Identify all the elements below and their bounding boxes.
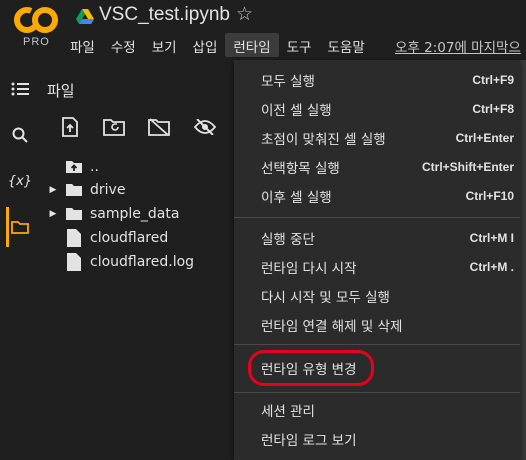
menu-runtime[interactable]: 런타임: [225, 33, 279, 57]
tree-item-parent[interactable]: ..: [40, 155, 99, 179]
shortcut-label: Ctrl+M .: [469, 260, 514, 274]
menu-view[interactable]: 보기: [144, 33, 185, 57]
menu-item-label: 선택항목 실행: [261, 161, 340, 177]
menu-icon[interactable]: [6, 75, 34, 103]
upload-icon[interactable]: [57, 114, 83, 140]
expand-arrow-icon[interactable]: ▶: [46, 209, 60, 219]
left-rail: {x}: [0, 60, 40, 460]
menu-item-restart-run-all[interactable]: 다시 시작 및 모두 실행: [234, 282, 520, 310]
tree-item-label: cloudflared: [90, 230, 169, 246]
menu-help[interactable]: 도움말: [319, 33, 372, 57]
tree-item-drive[interactable]: ▶ drive: [40, 178, 126, 202]
menu-divider: [234, 392, 520, 393]
menu-item-restart[interactable]: 런타임 다시 시작 Ctrl+M .: [234, 253, 520, 281]
tree-item-label: ..: [90, 159, 99, 175]
tree-item-label: sample_data: [90, 206, 180, 222]
file-icon: [64, 229, 84, 247]
folder-icon: [64, 205, 84, 223]
search-icon[interactable]: [6, 121, 34, 149]
variables-icon[interactable]: {x}: [6, 167, 34, 195]
menu-item-label: 세션 관리: [261, 404, 315, 420]
colab-logo[interactable]: PRO: [14, 6, 58, 56]
colab-logo-icon: [14, 7, 58, 33]
tree-item-cloudflared[interactable]: cloudflared: [40, 226, 168, 250]
menu-item-manage-sessions[interactable]: 세션 관리: [234, 396, 520, 424]
tree-item-label: drive: [90, 182, 126, 198]
hide-drive-icon[interactable]: [146, 114, 172, 140]
menu-item-view-runtime-logs[interactable]: 런타임 로그 보기: [234, 425, 520, 453]
menu-item-disconnect-delete[interactable]: 런타임 연결 해제 및 삭제: [234, 311, 520, 339]
shortcut-label: Ctrl+F9: [472, 73, 514, 87]
notebook-title[interactable]: VSC_test.ipynb: [99, 4, 230, 26]
files-panel: 파일 .. ▶ drive ▶ sample_data cloudflared …: [40, 60, 234, 460]
file-icon: [64, 253, 84, 271]
menu-item-run-selection[interactable]: 선택항목 실행 Ctrl+Shift+Enter: [234, 153, 520, 181]
menu-divider: [234, 217, 520, 218]
refresh-folder-icon[interactable]: [101, 114, 127, 140]
pro-badge: PRO: [23, 36, 50, 48]
runtime-menu: 모두 실행 Ctrl+F9 이전 셀 실행 Ctrl+F8 초점이 맞춰진 셀 …: [234, 60, 520, 460]
tree-item-sample-data[interactable]: ▶ sample_data: [40, 202, 180, 226]
star-icon[interactable]: ☆: [236, 3, 253, 25]
menu-item-run-all[interactable]: 모두 실행 Ctrl+F9: [234, 66, 520, 94]
notebook-edge: [520, 60, 526, 460]
menu-bar: 파일 수정 보기 삽입 런타임 도구 도움말: [62, 33, 373, 57]
parent-folder-icon: [64, 158, 84, 176]
red-highlight-annotation: [248, 350, 374, 386]
menu-item-label: 초점이 맞춰진 셀 실행: [261, 132, 386, 148]
tree-item-cloudflared-log[interactable]: cloudflared.log: [40, 250, 194, 274]
menu-item-label: 모두 실행: [261, 74, 315, 90]
shortcut-label: Ctrl+Shift+Enter: [421, 160, 514, 174]
visibility-off-icon[interactable]: [192, 114, 218, 140]
menu-edit[interactable]: 수정: [103, 33, 144, 57]
menu-item-run-before[interactable]: 이전 셀 실행 Ctrl+F8: [234, 95, 520, 123]
shortcut-label: Ctrl+M I: [469, 231, 514, 245]
menu-item-run-after[interactable]: 이후 셀 실행 Ctrl+F10: [234, 182, 520, 210]
menu-item-label: 런타임 로그 보기: [261, 433, 357, 449]
menu-file[interactable]: 파일: [62, 33, 103, 57]
folder-icon[interactable]: [6, 213, 34, 241]
shortcut-label: Ctrl+Enter: [455, 131, 514, 145]
google-drive-icon[interactable]: [76, 9, 94, 25]
menu-item-label: 다시 시작 및 모두 실행: [261, 290, 390, 306]
folder-icon: [64, 181, 84, 199]
menu-tools[interactable]: 도구: [279, 33, 320, 57]
menu-item-label: 런타임 연결 해제 및 삭제: [261, 319, 403, 335]
header: PRO VSC_test.ipynb ☆ 파일 수정 보기 삽입 런타임 도구 …: [0, 0, 526, 60]
last-edit-link[interactable]: 오후 2:07에 마지막으: [395, 36, 521, 56]
menu-divider: [234, 344, 520, 345]
shortcut-label: Ctrl+F8: [472, 102, 514, 116]
menu-item-label: 이전 셀 실행: [261, 103, 332, 119]
menu-item-interrupt[interactable]: 실행 중단 Ctrl+M I: [234, 224, 520, 252]
expand-arrow-icon[interactable]: ▶: [46, 185, 60, 195]
menu-item-label: 런타임 다시 시작: [261, 261, 357, 277]
menu-item-label: 실행 중단: [261, 232, 315, 248]
tree-item-label: cloudflared.log: [90, 254, 195, 270]
panel-title: 파일: [47, 82, 75, 100]
shortcut-label: Ctrl+F10: [465, 189, 514, 203]
menu-insert[interactable]: 삽입: [185, 33, 226, 57]
menu-item-run-focused[interactable]: 초점이 맞춰진 셀 실행 Ctrl+Enter: [234, 124, 520, 152]
menu-item-label: 이후 셀 실행: [261, 190, 332, 206]
